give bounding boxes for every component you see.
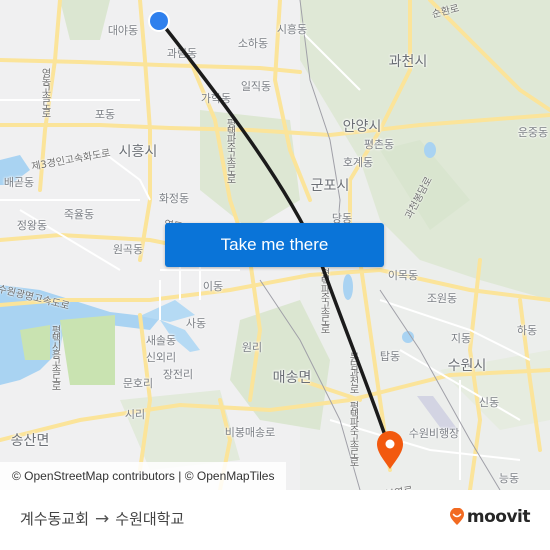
moovit-pin-icon <box>449 508 464 525</box>
place-label: 수원시 <box>447 358 487 374</box>
place-label: 조원동 <box>426 292 458 305</box>
place-label: 호계동 <box>342 156 374 169</box>
moovit-logo[interactable]: moovit <box>449 507 531 527</box>
place-label: 신외리 <box>145 351 177 364</box>
destination-name: 수원대학교 <box>115 510 185 528</box>
map-view[interactable]: 대야동과림동 소하동 시흥동과천시일직동가학동포동안양시 운중동평촌동 시흥시호계동배곧… <box>0 0 550 490</box>
place-label: 정왕동 <box>16 219 48 232</box>
origin-name: 계수동교회 <box>20 510 90 528</box>
place-label: 송산면 <box>10 433 50 449</box>
place-label: 문호리 <box>122 377 154 390</box>
arrow-right-icon: → <box>95 508 110 529</box>
footer-bar: 계수동교회 → 수원대학교 moovit <box>0 490 550 550</box>
place-label: 새솔동 <box>145 334 177 347</box>
place-label: 이동 <box>202 280 224 293</box>
road-label: 평택파주고속도로 <box>224 118 235 182</box>
place-label: 가학동 <box>200 92 232 105</box>
place-label: 과림동 <box>166 47 198 60</box>
place-label: 과천시 <box>388 54 428 70</box>
place-label: 매송면 <box>272 370 312 386</box>
place-label: 능동 <box>498 472 520 485</box>
place-label: 운중동 <box>517 126 549 139</box>
road-label: 영동고속도로 <box>39 68 50 116</box>
road-label: 봉담과천로 평택파주고속도로 <box>347 352 358 465</box>
place-label: 시흥동 <box>276 23 308 36</box>
place-label: 수원비행장 <box>408 427 460 440</box>
place-label: 평촌동 <box>363 138 395 151</box>
place-label: 안양시 <box>342 119 382 135</box>
road-label: 평택파주고속도로 <box>318 268 329 332</box>
place-label: 사동 <box>185 317 207 330</box>
place-label: 시리 <box>124 408 146 421</box>
place-label: 탑동 <box>379 350 401 363</box>
place-label: 지동 <box>450 332 472 345</box>
moovit-wordmark: moovit <box>466 507 531 527</box>
place-label: 포동 <box>94 108 116 121</box>
place-label: 신동 <box>478 396 500 409</box>
place-label: 시흥시 <box>118 144 158 160</box>
route-title: 계수동교회 → 수원대학교 <box>20 508 184 529</box>
place-label: 비봉매송로 <box>224 426 276 439</box>
place-label: 일직동 <box>240 80 272 93</box>
place-label: 원곡동 <box>112 243 144 256</box>
take-me-there-button[interactable]: Take me there <box>165 223 384 267</box>
place-label: 죽율동 <box>63 208 95 221</box>
map-attribution[interactable]: © OpenStreetMap contributors | © OpenMap… <box>0 462 287 490</box>
place-label: 이목동 <box>387 269 419 282</box>
place-label: 화정동 <box>158 192 190 205</box>
road-label: 평택시흥고속도로 <box>49 325 60 389</box>
place-label: 원리 <box>241 341 263 354</box>
place-label: 소하동 <box>237 37 269 50</box>
place-label: 장전리 <box>162 368 194 381</box>
place-label: 하동 <box>516 324 538 337</box>
place-label: 군포시 <box>310 178 350 194</box>
place-label: 배곧동 <box>3 176 35 189</box>
place-label: 대야동 <box>107 24 139 37</box>
